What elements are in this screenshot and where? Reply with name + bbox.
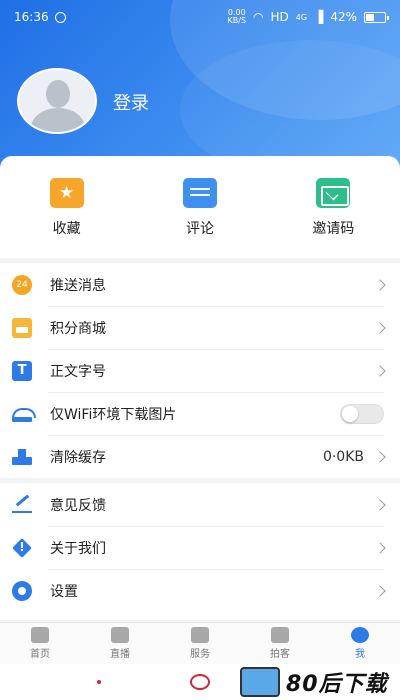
font-size-label: 正文字号: [50, 363, 106, 380]
about-us-label: 关于我们: [50, 540, 106, 557]
favorites-label: 收藏: [52, 221, 81, 237]
comments-button[interactable]: 评论: [133, 156, 266, 258]
font-size-row[interactable]: T 正文字号: [0, 349, 400, 392]
about-us-row[interactable]: 关于我们: [0, 526, 400, 569]
watermark-text: 80后下载: [286, 672, 388, 697]
shortcut-card: 收藏 评论 邀请码: [0, 156, 400, 258]
feedback-icon: [12, 495, 32, 515]
camera-icon: [271, 627, 289, 643]
wifi-image-icon: [12, 404, 36, 424]
chevron-right-icon: [374, 584, 386, 597]
feedback-label: 意见反馈: [50, 497, 106, 514]
font-size-icon: T: [12, 360, 32, 381]
clear-cache-label: 清除缓存: [50, 449, 106, 466]
wifi-only-images-row: 仅WiFi环境下载图片: [0, 392, 400, 435]
points-mall-label: 积分商城: [50, 320, 106, 337]
tab-service-label: 服务: [190, 649, 210, 660]
settings-label: 设置: [50, 583, 78, 600]
tab-live[interactable]: 直播: [80, 623, 160, 664]
avatar-body: [31, 108, 85, 132]
chevron-right-icon: [374, 321, 386, 334]
clear-cache-icon: [12, 447, 32, 467]
battery-percent: 42%: [330, 10, 357, 24]
tab-service[interactable]: 服务: [160, 623, 240, 664]
push-messages-label: 推送消息: [50, 277, 106, 294]
avatar-head: [46, 80, 70, 108]
net-speed-unit: KB/S: [227, 16, 247, 25]
service-icon: [191, 627, 209, 643]
points-mall-row[interactable]: 积分商城: [0, 306, 400, 349]
avatar[interactable]: [17, 68, 97, 134]
push-icon: 24: [12, 274, 32, 295]
battery-icon: [364, 11, 389, 23]
tab-camera[interactable]: 拍客: [240, 623, 320, 664]
home-icon: [31, 627, 49, 643]
feedback-row[interactable]: 意见反馈: [0, 483, 400, 526]
tab-me[interactable]: 我: [320, 623, 400, 664]
watermark: 80后下载: [236, 664, 400, 700]
cache-size-value: 0·0KB: [322, 448, 364, 465]
status-bar: 16:36 0.00 KB/S ◠ HD 4G ▐ 42%: [0, 0, 400, 34]
signal-icon: ▐: [314, 10, 324, 24]
invite-code-button[interactable]: 邀请码: [267, 156, 400, 258]
chevron-right-icon: [374, 498, 386, 511]
home-button-icon[interactable]: [190, 674, 210, 690]
login-button[interactable]: 登录: [113, 89, 149, 115]
tab-home-label: 首页: [30, 649, 50, 660]
favorites-button[interactable]: 收藏: [0, 156, 133, 258]
net-speed: 0.00 KB/S: [228, 9, 247, 25]
status-right: 0.00 KB/S ◠ HD 4G ▐ 42%: [228, 9, 389, 25]
points-mall-icon: [12, 317, 32, 338]
invite-code-label: 邀请码: [312, 221, 355, 237]
tab-live-label: 直播: [110, 649, 130, 660]
comment-icon: [182, 178, 217, 208]
tab-me-label: 我: [355, 649, 365, 660]
settings-icon: [12, 580, 32, 601]
menu-dot-icon[interactable]: [97, 680, 101, 684]
settings-row[interactable]: 设置: [0, 569, 400, 612]
favorite-icon: [49, 178, 84, 208]
clear-cache-row[interactable]: 清除缓存 0·0KB: [0, 435, 400, 478]
tab-home[interactable]: 首页: [0, 623, 80, 664]
wifi-status-icon: ◠: [253, 10, 264, 24]
status-time: 16:36: [14, 10, 49, 24]
wifi-only-toggle[interactable]: [340, 403, 384, 424]
chevron-right-icon: [374, 541, 386, 554]
bottom-tab-bar: 首页 直播 服务 拍客 我: [0, 622, 400, 664]
wifi-only-images-label: 仅WiFi环境下载图片: [50, 406, 177, 423]
invite-code-icon: [316, 178, 351, 208]
about-icon: [12, 538, 32, 558]
comments-label: 评论: [185, 221, 214, 237]
settings-list-main: 24 推送消息 积分商城 T 正文字号 仅WiFi环境下载图片 清除缓存 0·0…: [0, 263, 400, 478]
alarm-icon: [54, 11, 66, 23]
push-messages-row[interactable]: 24 推送消息: [0, 263, 400, 306]
watermark-logo-icon: [240, 667, 280, 697]
status-time-group: 16:36: [14, 10, 66, 24]
me-icon: [351, 627, 369, 643]
hd-indicator: HD: [270, 10, 289, 24]
network-type: 4G: [295, 12, 308, 22]
live-icon: [111, 627, 129, 643]
chevron-right-icon: [374, 364, 386, 377]
settings-list-secondary: 意见反馈 关于我们 设置: [0, 483, 400, 620]
chevron-right-icon: [374, 278, 386, 291]
chevron-right-icon: [374, 450, 386, 463]
tab-camera-label: 拍客: [270, 649, 290, 660]
